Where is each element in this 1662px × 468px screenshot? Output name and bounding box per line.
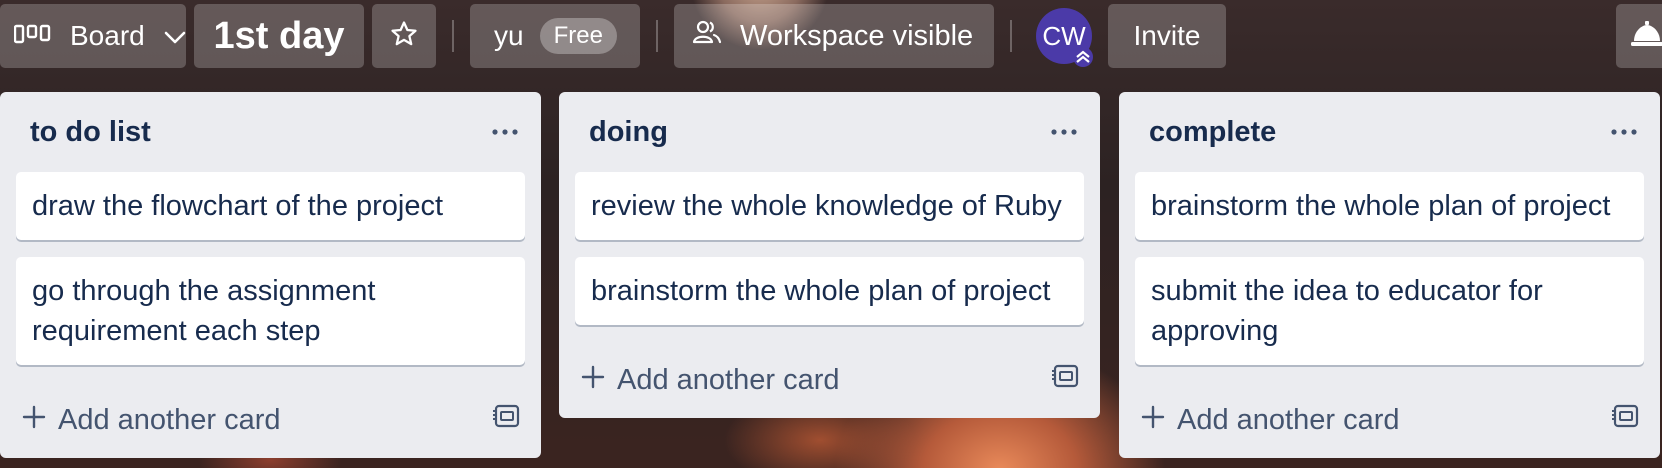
visibility-label: Workspace visible (740, 19, 974, 52)
chevron-down-icon (163, 20, 187, 52)
card-list: draw the flowchart of the project go thr… (0, 172, 541, 365)
invite-button[interactable]: Invite (1108, 4, 1226, 68)
card[interactable]: review the whole knowledge of Ruby (575, 172, 1084, 240)
add-card-button[interactable]: Add another card (22, 404, 280, 437)
butler-button[interactable] (1616, 4, 1662, 68)
more-icon[interactable] (485, 120, 525, 144)
add-card-label: Add another card (617, 363, 840, 396)
board-title[interactable]: 1st day (194, 4, 364, 68)
board-header: Board 1st day yu Free Workspace visible … (0, 0, 1662, 76)
add-card-row: Add another card (1119, 382, 1660, 458)
list-title[interactable]: complete (1149, 116, 1276, 149)
card[interactable]: go through the assignment requirement ea… (16, 257, 525, 365)
card[interactable]: brainstorm the whole plan of project (575, 257, 1084, 325)
avatar[interactable]: CW (1036, 8, 1094, 67)
plus-icon (22, 404, 46, 437)
add-card-label: Add another card (58, 403, 281, 436)
add-card-button[interactable]: Add another card (581, 364, 839, 397)
more-icon[interactable] (1044, 120, 1084, 144)
add-card-button[interactable]: Add another card (1141, 404, 1399, 437)
card[interactable]: submit the idea to educator for approvin… (1135, 257, 1644, 365)
card[interactable]: brainstorm the whole plan of project (1135, 172, 1644, 240)
more-icon[interactable] (1604, 120, 1644, 144)
star-icon (389, 19, 419, 54)
plus-icon (581, 364, 605, 397)
board-icon (13, 20, 54, 52)
template-icon[interactable] (493, 403, 521, 437)
plus-icon (1141, 404, 1165, 437)
list-doing: doing review the whole knowledge of Ruby… (559, 92, 1100, 418)
list-title[interactable]: doing (589, 116, 668, 149)
list-header: doing (559, 92, 1100, 172)
card-list: brainstorm the whole plan of project sub… (1119, 172, 1660, 365)
divider (452, 20, 454, 52)
view-switcher-label: Board (70, 20, 145, 51)
view-switcher-button[interactable]: Board (0, 4, 186, 68)
add-card-row: Add another card (559, 342, 1100, 418)
admin-chevron-icon (1072, 44, 1094, 67)
star-button[interactable] (372, 4, 436, 68)
card[interactable]: draw the flowchart of the project (16, 172, 525, 240)
list-title[interactable]: to do list (30, 116, 151, 149)
divider (656, 20, 658, 52)
template-icon[interactable] (1052, 363, 1080, 397)
people-icon (692, 18, 722, 54)
bell-icon (1630, 19, 1662, 54)
list-header: to do list (0, 92, 541, 172)
card-list: review the whole knowledge of Ruby brain… (559, 172, 1100, 325)
list-header: complete (1119, 92, 1660, 172)
workspace-name: yu (494, 20, 524, 51)
list-to-do: to do list draw the flowchart of the pro… (0, 92, 541, 458)
plan-badge: Free (539, 18, 617, 54)
visibility-button[interactable]: Workspace visible (674, 4, 994, 68)
template-icon[interactable] (1612, 403, 1640, 437)
add-card-row: Add another card (0, 382, 541, 458)
divider (1010, 20, 1012, 52)
workspace-button[interactable]: yu Free (470, 4, 640, 68)
add-card-label: Add another card (1177, 403, 1400, 436)
list-complete: complete brainstorm the whole plan of pr… (1119, 92, 1660, 458)
